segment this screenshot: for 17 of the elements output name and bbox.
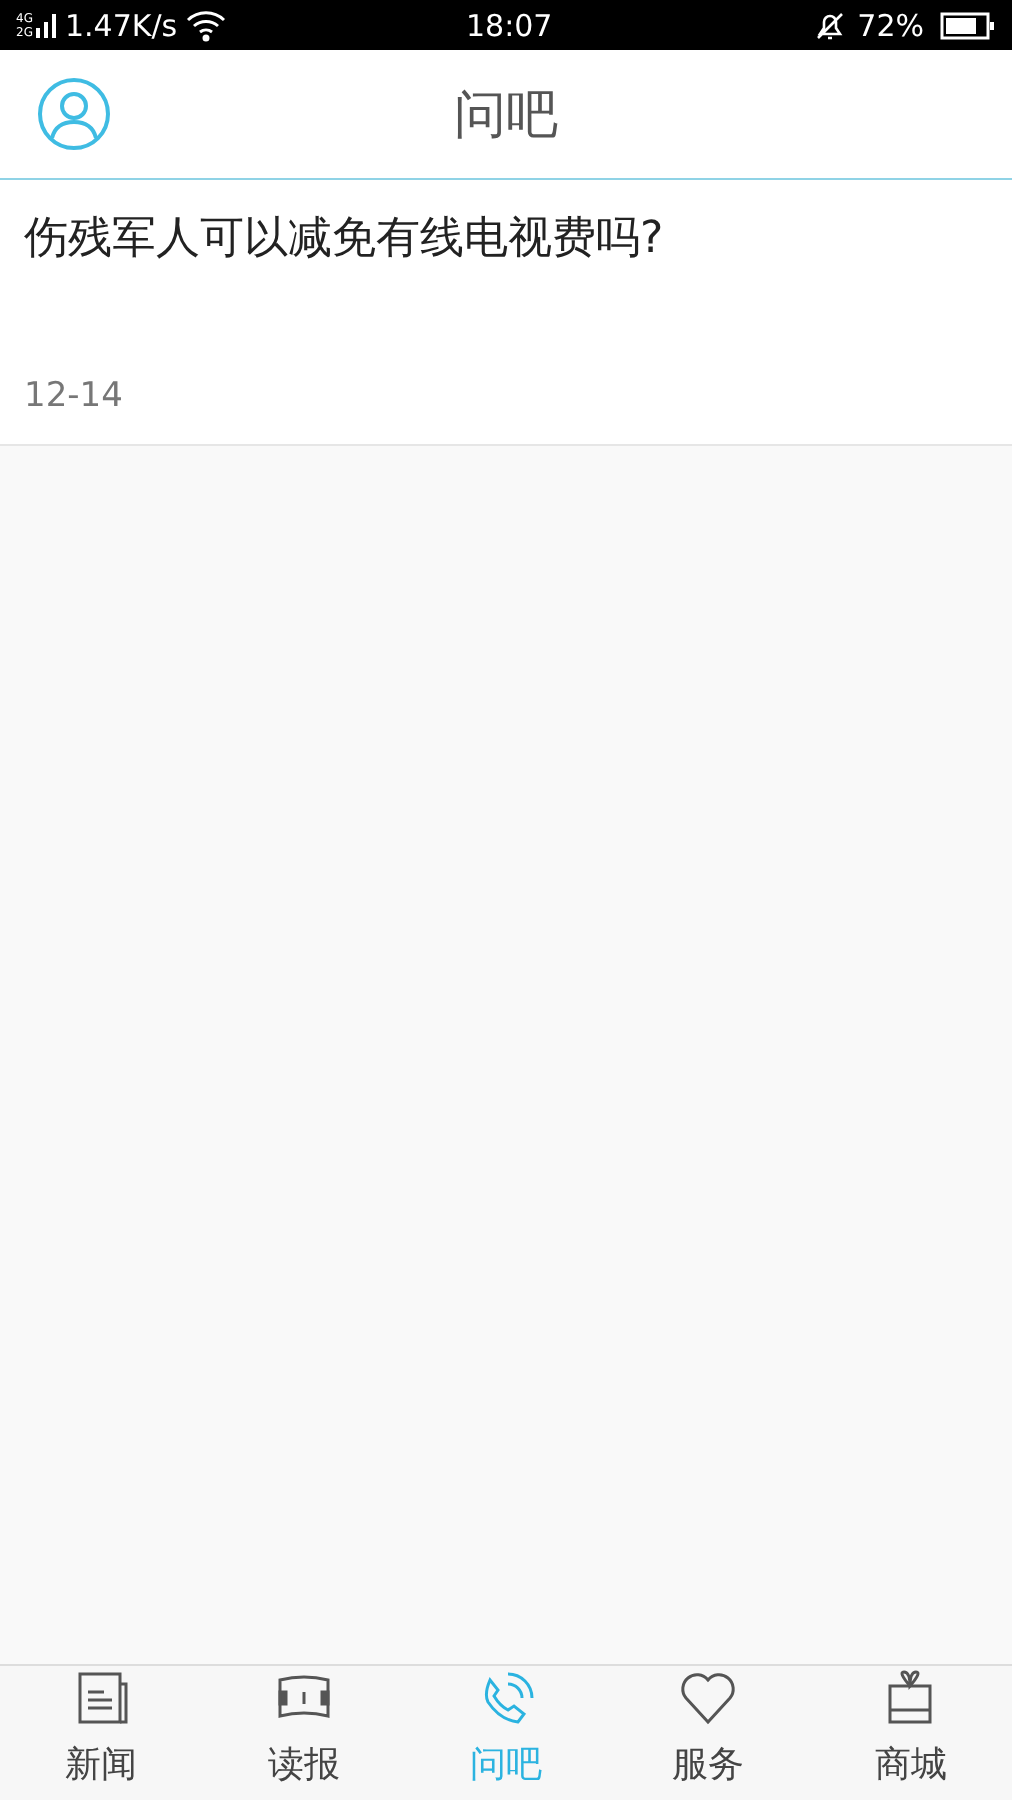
battery-icon (940, 11, 996, 39)
wifi-icon (185, 9, 226, 41)
question-date: 12-14 (24, 376, 125, 416)
heart-icon (676, 1668, 741, 1728)
question-title: 伤残军人可以减免有线电视费吗? (24, 212, 666, 268)
question-card[interactable]: 伤残军人可以减免有线电视费吗? 12-14 (0, 180, 1012, 446)
battery-percent: 72% (857, 7, 924, 43)
nav-tab[interactable]: 读报 (202, 1666, 405, 1800)
signal-icon (36, 13, 57, 37)
page-title: 问吧 (454, 83, 558, 149)
nav-tab[interactable]: 新闻 (0, 1666, 203, 1800)
nav-tab[interactable]: 商城 (809, 1666, 1012, 1800)
network-speed: 1.47K/s (64, 7, 178, 43)
nav-tab[interactable]: 服务 (607, 1666, 810, 1800)
profile-icon[interactable] (36, 76, 112, 152)
muted-bell-icon (813, 9, 846, 41)
clock-time: 18:07 (466, 8, 553, 44)
